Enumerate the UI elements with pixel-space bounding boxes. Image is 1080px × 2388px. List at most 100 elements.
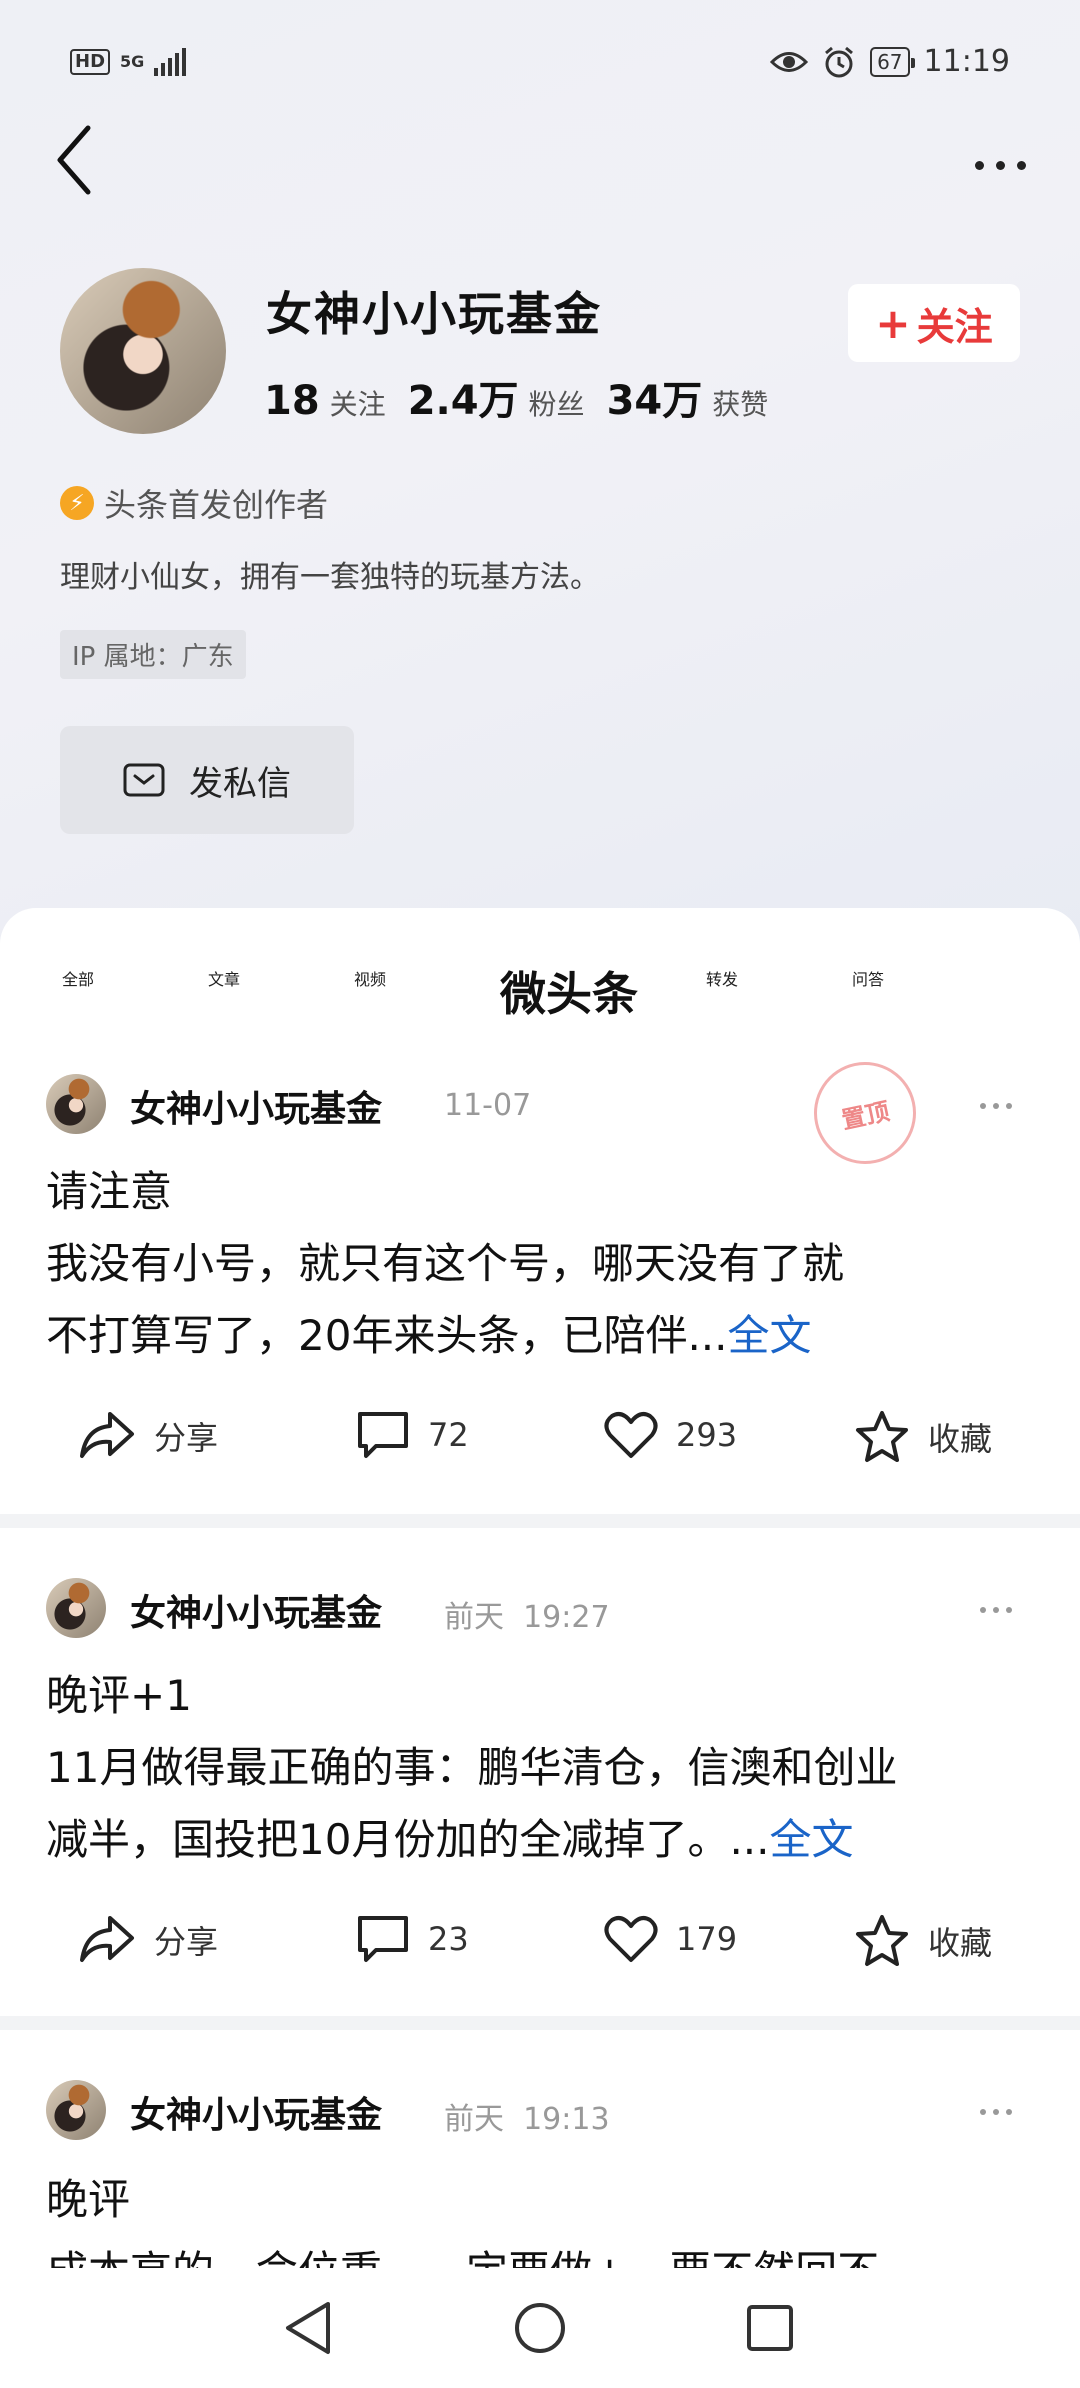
read-more-link[interactable]: 全文 <box>728 1311 812 1360</box>
send-message-button[interactable]: 发私信 <box>60 726 354 834</box>
like-count: 179 <box>676 1920 738 1958</box>
back-button[interactable] <box>50 120 120 210</box>
comment-icon <box>358 1412 408 1458</box>
post-line-last: 不打算写了，20年来头条，已陪伴...全文 <box>46 1300 1046 1372</box>
collect-button[interactable]: 收藏 <box>854 1914 992 1968</box>
send-message-label: 发私信 <box>189 763 291 804</box>
triangle-back-icon <box>286 2302 330 2354</box>
status-bar-right: 67 11:19 <box>770 44 1010 79</box>
likes-label: 获赞 <box>712 388 769 421</box>
heart-icon <box>604 1916 658 1962</box>
star-icon <box>856 1915 908 1966</box>
pinned-label: 置顶 <box>839 1096 892 1135</box>
post-body[interactable]: 晚评+1 11月做得最正确的事：鹏华清仓，信澳和创业 减半，国投把10月份加的全… <box>46 1660 1056 1876</box>
nav-home-button[interactable] <box>512 2298 568 2362</box>
follow-button-label: 关注 <box>916 304 993 349</box>
nav-recents-button[interactable] <box>742 2298 798 2362</box>
clock: 11:19 <box>923 44 1010 79</box>
alarm-icon <box>825 46 854 77</box>
star-icon <box>856 1411 908 1462</box>
post-divider <box>0 2016 1080 2030</box>
post-body[interactable]: 晚评 成本高的，命位重，一定要做+，要不然回不 <box>46 2164 1056 2276</box>
nav-back-button[interactable] <box>280 2298 336 2362</box>
like-count: 293 <box>676 1416 738 1454</box>
battery-indicator: 67 <box>870 46 916 77</box>
post-author-avatar[interactable] <box>46 1578 106 1638</box>
avatar <box>46 1074 106 1134</box>
fans-count: 2.4万 <box>407 378 519 424</box>
fans-stat[interactable]: 2.4万 粉丝 <box>408 368 585 426</box>
tab-reposts[interactable]: 转发 <box>706 966 738 990</box>
post-line: 我没有小号，就只有这个号，哪天没有了就 <box>46 1239 845 1288</box>
post-body[interactable]: 请注意 我没有小号，就只有这个号，哪天没有了就 不打算写了，20年来头条，已陪伴… <box>46 1156 1046 1372</box>
tab-micro-posts[interactable]: 微头条 <box>500 958 638 1024</box>
creator-badge: ⚡ 头条首发创作者 <box>60 480 328 526</box>
chevron-left-icon <box>57 125 91 195</box>
likes-count: 34万 <box>606 378 703 424</box>
comment-button[interactable]: 72 <box>356 1410 469 1460</box>
post-author-name[interactable]: 女神小小玩基金 <box>130 1080 382 1132</box>
collect-button[interactable]: 收藏 <box>854 1410 992 1464</box>
likes-stat: 34万 获赞 <box>607 368 769 426</box>
post-line-text: 减半，国投把10月份加的全减掉了。... <box>46 1815 770 1864</box>
status-bar-left: HD 5G <box>70 48 187 76</box>
profile-avatar[interactable] <box>60 268 226 434</box>
post-line: 晚评+1 <box>46 1671 192 1720</box>
following-count: 18 <box>264 378 320 424</box>
profile-bio: 理财小仙女，拥有一套独特的玩基方法。 <box>60 560 600 595</box>
avatar <box>46 1578 106 1638</box>
dot-icon <box>1016 160 1026 170</box>
post-more-button[interactable] <box>966 2092 1026 2132</box>
square-recents-icon <box>747 2305 793 2351</box>
collect-label: 收藏 <box>928 1924 993 1962</box>
post-divider <box>0 1514 1080 1528</box>
post-timestamp: 前天 19:27 <box>444 1600 610 1635</box>
message-icon <box>123 763 165 797</box>
post-author-name[interactable]: 女神小小玩基金 <box>130 2086 382 2138</box>
profile-stats: 18 关注 2.4万 粉丝 34万 获赞 <box>264 368 768 426</box>
share-button[interactable]: 分享 <box>78 1914 218 1966</box>
post-author-avatar[interactable] <box>46 2080 106 2140</box>
post-more-button[interactable] <box>966 1590 1026 1630</box>
post-line-text: 不打算写了，20年来头条，已陪伴... <box>46 1311 728 1360</box>
like-button[interactable]: 179 <box>604 1914 737 1964</box>
share-label: 分享 <box>154 1419 219 1457</box>
post-more-button[interactable] <box>966 1086 1026 1126</box>
post-author-avatar[interactable] <box>46 1074 106 1134</box>
profile-name: 女神小小玩基金 <box>266 287 602 341</box>
comment-icon <box>358 1916 408 1962</box>
comment-count: 23 <box>428 1920 469 1958</box>
share-icon <box>80 1412 134 1458</box>
hd-icon: HD <box>70 49 111 75</box>
ip-location-tag: IP 属地：广东 <box>60 630 246 679</box>
tab-videos[interactable]: 视频 <box>354 966 386 990</box>
avatar <box>46 2080 106 2140</box>
post-line: 晚评 <box>46 2175 131 2224</box>
post-timestamp: 11-07 <box>444 1088 532 1123</box>
signal-icon <box>154 48 187 76</box>
fans-label: 粉丝 <box>528 388 585 421</box>
lightning-icon: ⚡ <box>60 486 94 520</box>
like-button[interactable]: 293 <box>604 1410 737 1460</box>
share-button[interactable]: 分享 <box>78 1410 218 1462</box>
post-line: 11月做得最正确的事：鹏华清仓，信澳和创业 <box>46 1743 898 1792</box>
following-stat[interactable]: 18 关注 <box>264 378 386 424</box>
tab-all[interactable]: 全部 <box>62 966 94 990</box>
dot-icon <box>974 160 984 170</box>
collect-label: 收藏 <box>928 1420 993 1458</box>
post-line-last: 减半，国投把10月份加的全减掉了。...全文 <box>46 1804 1056 1876</box>
heart-icon <box>604 1412 658 1458</box>
share-label: 分享 <box>154 1923 219 1961</box>
tab-qa[interactable]: 问答 <box>852 966 884 990</box>
post-author-name[interactable]: 女神小小玩基金 <box>130 1584 382 1636</box>
creator-badge-label: 头条首发创作者 <box>104 486 329 524</box>
more-options-button[interactable] <box>960 130 1040 200</box>
read-more-link[interactable]: 全文 <box>770 1815 854 1864</box>
comment-count: 72 <box>428 1416 469 1454</box>
tab-articles[interactable]: 文章 <box>208 966 240 990</box>
comment-button[interactable]: 23 <box>356 1914 469 1964</box>
follow-button[interactable]: + 关注 <box>848 284 1020 362</box>
circle-home-icon <box>515 2303 565 2353</box>
network-label: 5G <box>120 52 145 71</box>
post-line: 请注意 <box>46 1167 173 1216</box>
